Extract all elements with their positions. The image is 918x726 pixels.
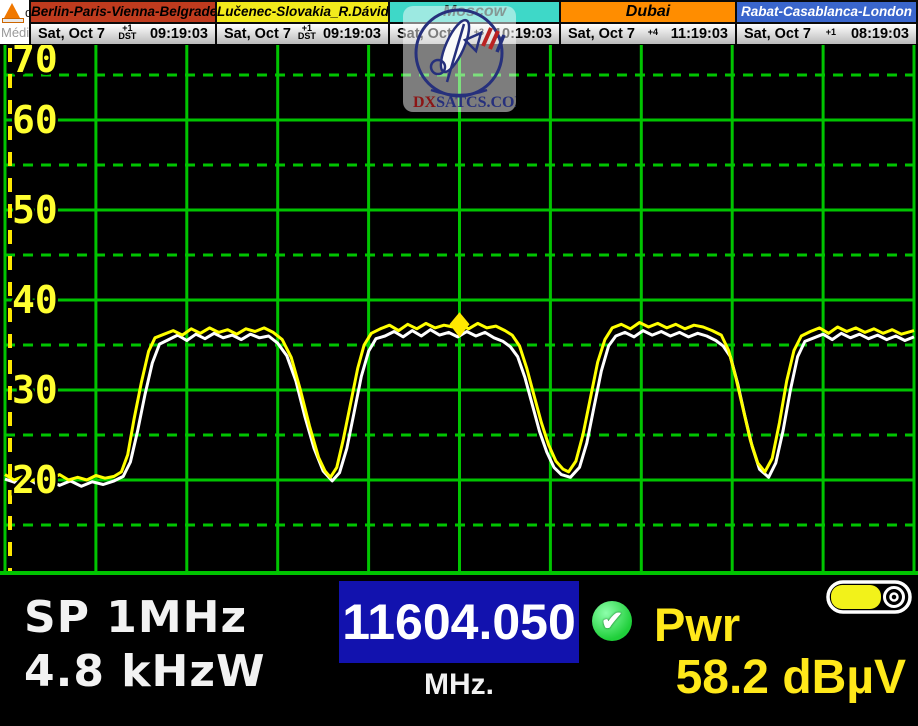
clock-panel-berlin: Berlin-Paris-Vienna-Belgrade Sat, Oct 7 … [29, 0, 217, 44]
logo-text-dx: DX [413, 94, 437, 111]
logo-text-satcs: SATCS.COM [436, 94, 516, 111]
clock-panel-rabat: Rabat-Casablanca-London Sat, Oct 7 +1 08… [735, 0, 918, 44]
utc-offset: +1DST [298, 24, 316, 40]
dxsatcs-logo-graphic: DXSATCS.COM [403, 6, 516, 112]
y-axis-tick-label: 20 [12, 458, 58, 502]
clock-city-label: Lučenec-Slovakia_R.Dávid [217, 2, 388, 24]
power-value: 58.2 dBµV [676, 650, 906, 705]
utc-offset: +1DST [118, 24, 136, 40]
clock-panel-lucenec: Lučenec-Slovakia_R.Dávid Sat, Oct 7 +1DS… [215, 0, 390, 44]
clock-time: 09:19:03 [323, 26, 381, 42]
clock-date: Sat, Oct 7 [744, 26, 811, 42]
span-readout: SP 1MHz [24, 592, 247, 643]
dxsatcs-watermark-logo: DXSATCS.COM [403, 6, 516, 112]
clock-time-row: Sat, Oct 7 +1 08:19:03 [737, 24, 916, 44]
battery-icon [826, 580, 912, 619]
utc-offset: +4 [648, 28, 658, 36]
frequency-field[interactable]: 11604.050 [339, 581, 579, 663]
clock-time-row: Sat, Oct 7 +4 11:19:03 [561, 24, 735, 44]
clock-city-label: Dubai [561, 2, 735, 24]
y-axis-tick-label: 30 [12, 368, 58, 412]
lock-check-icon: ✔ [592, 601, 632, 641]
svg-text:DXSATCS.COM: DXSATCS.COM [413, 94, 516, 111]
clock-time: 09:19:03 [150, 26, 208, 42]
power-label: Pwr [654, 597, 740, 652]
clock-date: Sat, Oct 7 [568, 26, 635, 42]
clock-panel-dubai: Dubai Sat, Oct 7 +4 11:19:03 [559, 0, 737, 44]
y-axis-tick-label: 70 [12, 45, 58, 81]
rbw-readout: 4.8 kHzW [24, 646, 266, 697]
clock-city-label: Berlin-Paris-Vienna-Belgrade [31, 2, 215, 24]
clock-time-row: Sat, Oct 7 +1DST 09:19:03 [31, 24, 215, 44]
y-axis-tick-label: 60 [12, 98, 58, 142]
clock-date: Sat, Oct 7 [224, 26, 291, 42]
clock-time-row: Sat, Oct 7 +1DST 09:19:03 [217, 24, 388, 44]
spectrum-analyzer-screen: { "background_window": { "app_hint1": "d… [0, 0, 918, 726]
y-axis-tick-label: 40 [12, 278, 58, 322]
spectrum-plot[interactable]: 70 60 50 40 30 20 [0, 45, 918, 575]
utc-offset: +1 [826, 28, 836, 36]
clock-time: 11:19:03 [671, 26, 728, 42]
frequency-unit-label: MHz. [339, 668, 579, 702]
y-axis-tick-label: 50 [12, 188, 58, 232]
clock-time: 08:19:03 [851, 26, 909, 42]
clock-city-label: Rabat-Casablanca-London [737, 2, 916, 24]
frequency-value[interactable]: 11604.050 [342, 593, 576, 651]
clock-date: Sat, Oct 7 [38, 26, 105, 42]
